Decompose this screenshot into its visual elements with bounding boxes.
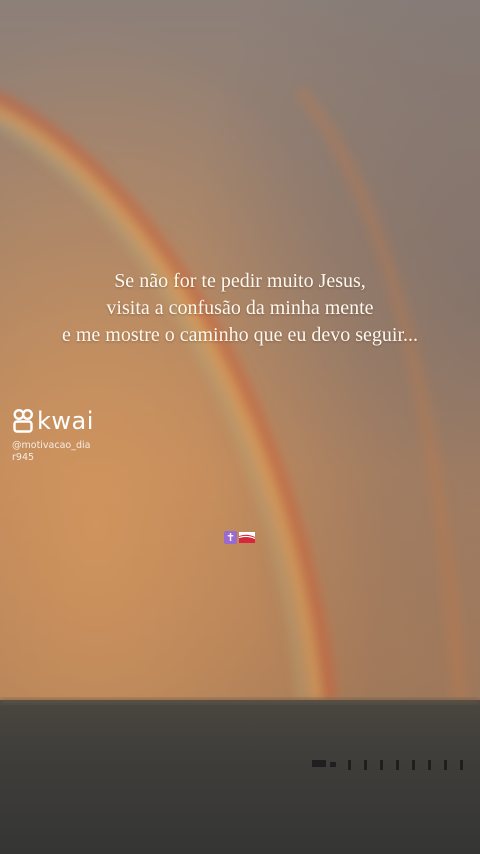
kwai-brand-text: kwai — [37, 407, 94, 435]
quote-line-1: Se não for te pedir muito Jesus, — [114, 270, 366, 292]
quote-line-2: visita a confusão da minha mente — [106, 297, 374, 319]
kwai-username: @motivacao_diar945 — [12, 440, 91, 463]
quote-line-3: e me mostre o caminho que eu devo seguir… — [61, 324, 418, 346]
latin-cross-emoji: ✝ — [224, 531, 237, 544]
quote-text: Se não for te pedir muito Jesus, visita … — [0, 268, 480, 349]
flag-icon — [239, 532, 255, 543]
kwai-logo-icon — [13, 408, 34, 433]
emoji-group: ✝ — [224, 531, 255, 544]
kwai-watermark: kwai @motivacao_diar945 — [12, 408, 94, 464]
